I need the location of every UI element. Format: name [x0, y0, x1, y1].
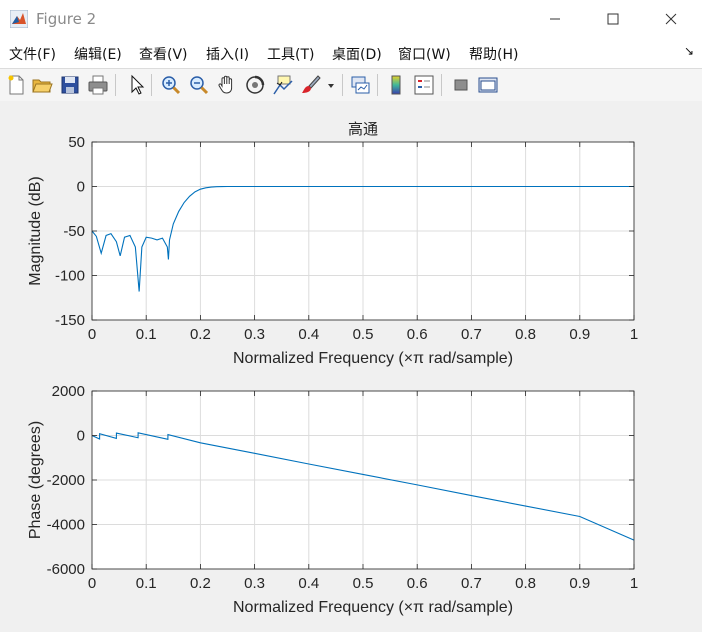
axes-2-tick-label-x: 0.6	[407, 575, 428, 592]
matlab-logo-icon	[10, 10, 28, 28]
menu-insert[interactable]: 插入(I)	[206, 44, 249, 64]
toolbar-separator	[377, 74, 378, 96]
axes-2-tick-label-x: 1	[630, 575, 638, 592]
axes-2-tick-label-x: 0.1	[136, 575, 157, 592]
open-file-icon[interactable]	[30, 73, 54, 97]
axes-1-tick-label-y: 0	[77, 179, 85, 196]
toolbar-separator	[151, 74, 152, 96]
axes-2-tick-label-y: -6000	[47, 561, 85, 578]
axes-2-ylabel: Phase (degrees)	[27, 421, 44, 539]
minimize-button[interactable]	[532, 4, 578, 34]
brush-dropdown-icon[interactable]	[325, 73, 337, 97]
zoom-in-icon[interactable]	[159, 73, 183, 97]
axes-1-tick-label-x: 1	[630, 326, 638, 343]
axes-2-tick-label-x: 0.2	[190, 575, 211, 592]
figure-toolbar	[0, 68, 702, 102]
minimize-icon	[550, 18, 560, 20]
axes-2-tick-label-x: 0.8	[515, 575, 536, 592]
window-title: Figure 2	[36, 10, 97, 28]
axes-1-tick-label-y: -150	[55, 312, 85, 329]
toolbar-separator	[342, 74, 343, 96]
menu-tools[interactable]: 工具(T)	[267, 44, 314, 64]
colorbar-icon[interactable]	[384, 73, 408, 97]
maximize-icon	[607, 13, 619, 25]
axes-1-xlabel: Normalized Frequency (×π rad/sample)	[233, 350, 513, 367]
axes-1-tick-label-y: -50	[63, 223, 85, 240]
axes-1-tick-label-x: 0.9	[569, 326, 590, 343]
show-plot-tools-icon[interactable]	[476, 73, 500, 97]
menu-dock-arrow-icon[interactable]: ↘	[684, 44, 694, 58]
toolbar-separator	[115, 74, 116, 96]
axes-1-tick-label-x: 0.8	[515, 326, 536, 343]
menu-file[interactable]: 文件(F)	[9, 44, 56, 64]
axes-2-tick-label-x: 0.9	[569, 575, 590, 592]
figure-canvas: 0 0.1 0.2 0.3 0.4 0.5 0.6 0.7 0.8 0.9 1 50 0 -50 -100 -…	[0, 101, 702, 628]
axes-2-tick-label-x: 0	[88, 575, 96, 592]
brush-icon[interactable]	[299, 73, 323, 97]
legend-icon[interactable]	[412, 73, 436, 97]
axes-2-tick-label-y: 0	[77, 428, 85, 445]
rotate-3d-icon[interactable]	[243, 73, 267, 97]
axes-1-tick-label-x: 0.5	[353, 326, 374, 343]
menu-desktop[interactable]: 桌面(D)	[332, 44, 382, 64]
axes-2-tick-label-x: 0.3	[244, 575, 265, 592]
axes-1-tick-label-y: 50	[68, 134, 85, 151]
figure-window: Figure 2 文件(F) 编辑(E) 查看(V) 插入(I) 工具(T) 桌…	[0, 0, 702, 628]
menu-help[interactable]: 帮助(H)	[469, 44, 518, 64]
menu-edit[interactable]: 编辑(E)	[74, 44, 122, 64]
hide-plot-tools-icon[interactable]	[449, 73, 473, 97]
zoom-out-icon[interactable]	[187, 73, 211, 97]
close-icon	[665, 13, 677, 25]
link-plot-icon[interactable]	[348, 73, 372, 97]
axes-2-tick-label-x: 0.5	[353, 575, 374, 592]
axes-2-tick-label-y: 2000	[52, 383, 85, 400]
axes-1-tick-label-x: 0	[88, 326, 96, 343]
data-cursor-icon[interactable]	[271, 73, 295, 97]
save-icon[interactable]	[58, 73, 82, 97]
title-bar: Figure 2	[0, 0, 702, 38]
axes-1-title: 高通	[348, 121, 378, 138]
maximize-button[interactable]	[590, 4, 636, 34]
axes-1-tick-label-x: 0.1	[136, 326, 157, 343]
menu-window[interactable]: 窗口(W)	[398, 44, 451, 64]
axes-1-ylabel: Magnitude (dB)	[27, 176, 44, 285]
axes-1-tick-label-x: 0.6	[407, 326, 428, 343]
axes-1-tick-label-y: -100	[55, 268, 85, 285]
axes-2-xlabel: Normalized Frequency (×π rad/sample)	[233, 599, 513, 616]
axes-2-tick-label-x: 0.7	[461, 575, 482, 592]
menu-bar: 文件(F) 编辑(E) 查看(V) 插入(I) 工具(T) 桌面(D) 窗口(W…	[0, 38, 702, 68]
axes-2-tick-label-y: -2000	[47, 472, 85, 489]
figure-svg: 0 0.1 0.2 0.3 0.4 0.5 0.6 0.7 0.8 0.9 1 50 0 -50 -100 -…	[27, 121, 638, 616]
pointer-icon[interactable]	[124, 73, 148, 97]
new-figure-icon[interactable]	[4, 73, 28, 97]
axes-1-tick-label-x: 0.4	[298, 326, 319, 343]
axes-1-tick-label-x: 0.3	[244, 326, 265, 343]
toolbar-separator	[441, 74, 442, 96]
pan-hand-icon[interactable]	[215, 73, 239, 97]
axes-2-tick-label-y: -4000	[47, 517, 85, 534]
close-button[interactable]	[648, 4, 694, 34]
axes-1-tick-label-x: 0.2	[190, 326, 211, 343]
print-icon[interactable]	[86, 73, 110, 97]
axes-2-tick-label-x: 0.4	[298, 575, 319, 592]
menu-view[interactable]: 查看(V)	[139, 44, 188, 64]
axes-1-tick-label-x: 0.7	[461, 326, 482, 343]
